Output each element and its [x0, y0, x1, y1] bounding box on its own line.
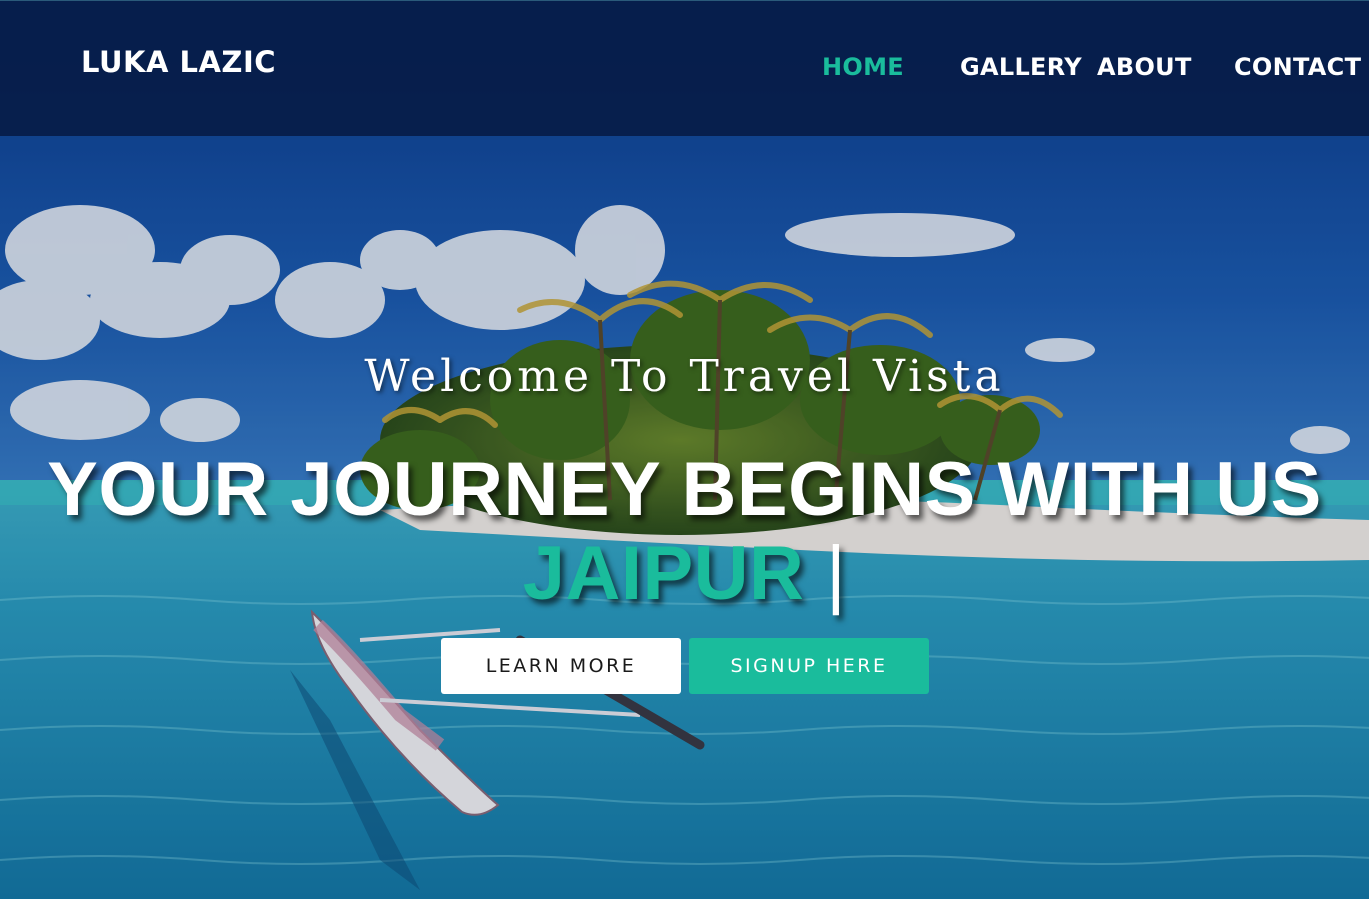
brand-logo[interactable]: LUKA LAZIC: [81, 48, 276, 77]
nav-about[interactable]: ABOUT: [1097, 55, 1192, 79]
typing-cursor: |: [826, 531, 847, 616]
learn-more-button[interactable]: LEARN MORE: [441, 638, 681, 694]
headline-main: YOUR JOURNEY BEGINS WITH US: [47, 447, 1322, 532]
hero-headline: YOUR JOURNEY BEGINS WITH US JAIPUR |: [40, 448, 1329, 616]
nav-gallery[interactable]: GALLERY: [960, 55, 1082, 79]
top-navbar: LUKA LAZIC HOME GALLERY ABOUT CONTACT: [0, 0, 1369, 136]
welcome-text: Welcome To Travel Vista: [364, 351, 1005, 402]
landing-page: LUKA LAZIC HOME GALLERY ABOUT CONTACT We…: [0, 0, 1369, 899]
nav-home[interactable]: HOME: [822, 55, 904, 79]
headline-typed-city: JAIPUR: [522, 531, 805, 616]
nav-contact[interactable]: CONTACT: [1234, 55, 1361, 79]
signup-button[interactable]: SIGNUP HERE: [689, 638, 929, 694]
